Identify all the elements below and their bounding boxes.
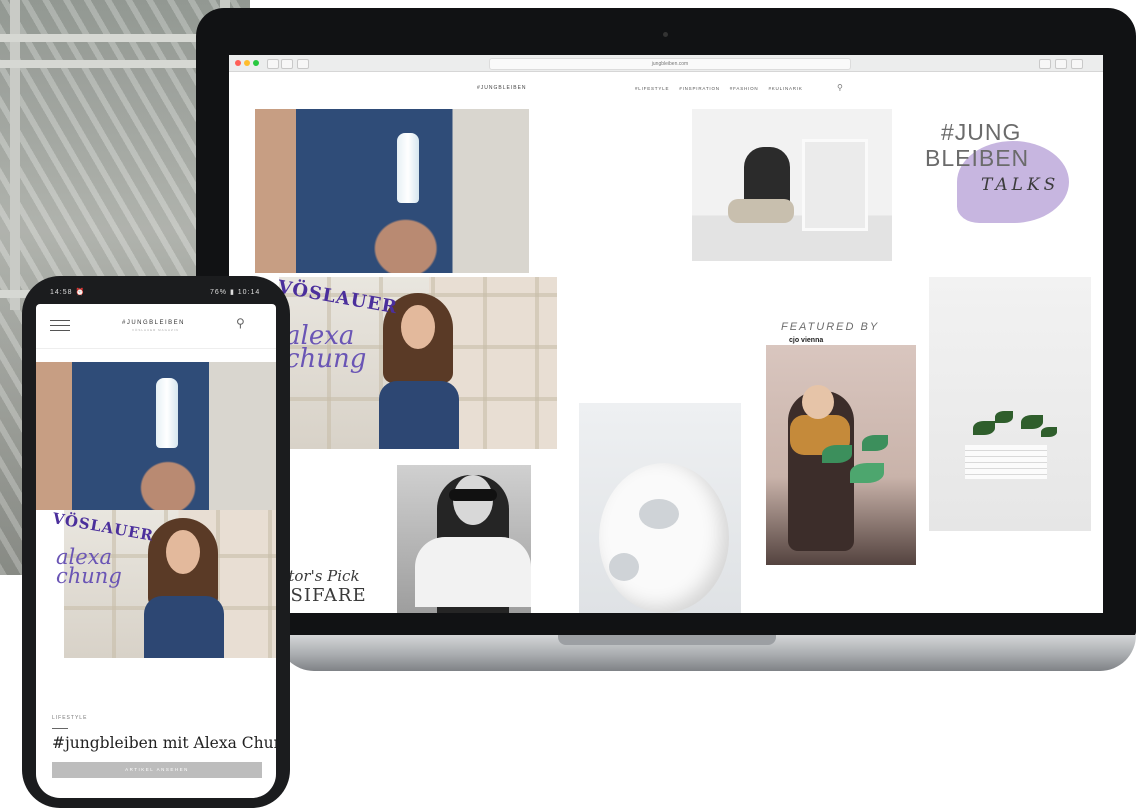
featured-brand: cjo vienna — [789, 337, 824, 344]
cube-image — [802, 139, 868, 231]
search-icon[interactable]: ⚲ — [837, 83, 843, 92]
category-divider — [52, 728, 68, 729]
laptop-screen: jungbleiben.com #JUNGBLEIBEN #LIFESTYLE … — [229, 55, 1103, 613]
phone-screen: #JUNGBLEIBEN VÖSLAUER MAGAZIN ⚲ VÖSLAUER… — [36, 304, 276, 798]
books-image — [965, 445, 1047, 479]
sculpture-hole — [609, 553, 639, 581]
mobile-hero-denim[interactable] — [36, 362, 276, 510]
close-window-button[interactable] — [235, 60, 241, 66]
leaf-image — [850, 463, 884, 483]
article-category[interactable]: LIFESTYLE — [52, 715, 87, 721]
forward-button[interactable] — [281, 59, 293, 69]
face-image — [166, 530, 200, 574]
article-tile-sunglasses[interactable] — [397, 465, 531, 613]
shirt-image — [415, 537, 531, 607]
minimize-window-button[interactable] — [244, 60, 250, 66]
status-time: 14:58 ⏰ — [50, 289, 86, 296]
person-legs-image — [728, 199, 794, 223]
overall-image — [379, 381, 459, 449]
talks-script: TALKS — [981, 175, 1060, 195]
site-nav: #LIFESTYLE #INSPIRATION #FASHION #KULINA… — [635, 86, 803, 91]
jungbleiben-talks-tile[interactable]: #JUNG BLEIBEN TALKS — [925, 119, 1085, 249]
article-tile-featured[interactable] — [766, 345, 916, 565]
leaf-image — [995, 411, 1013, 423]
leaf-image — [1021, 415, 1043, 429]
signature-line2: chung — [285, 344, 367, 375]
share-button[interactable] — [1039, 59, 1051, 69]
mobile-header: #JUNGBLEIBEN VÖSLAUER MAGAZIN ⚲ — [36, 304, 276, 349]
hamburger-icon[interactable] — [50, 320, 70, 331]
water-bottle-image — [397, 133, 419, 203]
talks-line2: BLEIBEN — [925, 145, 1030, 171]
water-bottle-image — [156, 378, 178, 448]
article-tile-sculpture[interactable] — [579, 403, 741, 613]
leaf-image — [973, 421, 995, 435]
nav-fashion[interactable]: #FASHION — [730, 86, 759, 91]
laptop-base — [278, 635, 1136, 671]
nav-lifestyle[interactable]: #LIFESTYLE — [635, 86, 669, 91]
featured-by-label: FEATURED BY — [781, 321, 880, 333]
leaf-image — [822, 445, 852, 463]
signature-alexa: alexa chung — [56, 547, 122, 588]
sculpture-image — [599, 463, 729, 613]
leaf-image — [862, 435, 888, 451]
signature-alexa: alexa chung — [285, 323, 367, 375]
new-tab-button[interactable] — [1071, 59, 1083, 69]
laptop-notch — [558, 635, 776, 645]
article-tile-denim[interactable] — [255, 109, 529, 273]
talks-line1: #JUNG — [941, 119, 1022, 145]
address-bar[interactable]: jungbleiben.com — [489, 58, 851, 70]
mobile-logo[interactable]: #JUNGBLEIBEN — [122, 320, 185, 326]
article-tile-plant[interactable] — [929, 277, 1091, 531]
mobile-logo-sub: VÖSLAUER MAGAZIN — [132, 328, 179, 332]
overall-image — [144, 596, 224, 658]
read-article-button[interactable]: ARTIKEL ANSEHEN — [52, 762, 262, 778]
leaf-image — [1041, 427, 1057, 437]
phone: #JUNGBLEIBEN VÖSLAUER MAGAZIN ⚲ VÖSLAUER… — [22, 276, 290, 808]
article-title[interactable]: #jungbleiben mit Alexa Chung — [52, 734, 276, 752]
camera-icon — [663, 32, 668, 37]
laptop: jungbleiben.com #JUNGBLEIBEN #LIFESTYLE … — [196, 8, 1136, 638]
signature-line2: chung — [56, 563, 122, 588]
site-logo[interactable]: #JUNGBLEIBEN — [477, 85, 527, 91]
browser-toolbar: jungbleiben.com — [229, 55, 1103, 72]
sunglasses-image — [449, 489, 497, 501]
head-image — [802, 385, 834, 419]
sculpture-hole — [639, 499, 679, 529]
search-icon[interactable]: ⚲ — [236, 316, 245, 330]
tabs-button[interactable] — [1055, 59, 1067, 69]
railing-post — [10, 0, 20, 310]
sidebar-button[interactable] — [297, 59, 309, 69]
back-button[interactable] — [267, 59, 279, 69]
nav-inspiration[interactable]: #INSPIRATION — [679, 86, 720, 91]
maximize-window-button[interactable] — [253, 60, 259, 66]
status-battery: 76% ▮ 10:14 — [210, 289, 261, 296]
article-tile-man[interactable] — [692, 109, 892, 261]
nav-kulinarik[interactable]: #KULINARIK — [768, 86, 802, 91]
face-image — [401, 305, 435, 349]
